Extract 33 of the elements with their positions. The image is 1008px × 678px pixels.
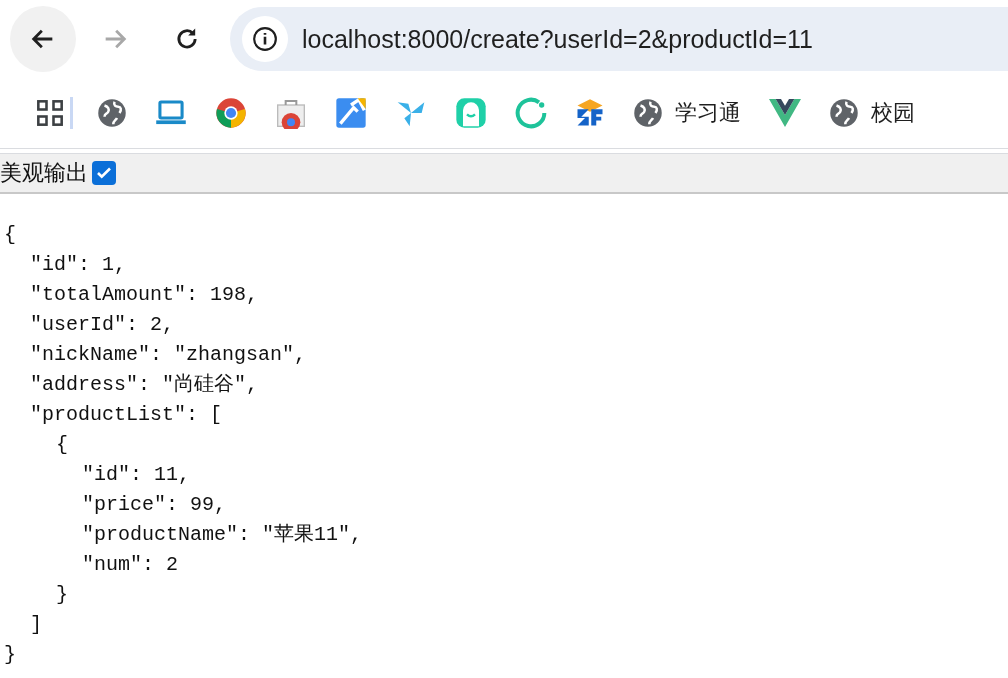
globe-icon xyxy=(829,98,859,128)
json-line: "id": 11, xyxy=(82,463,191,486)
stacked-logo-icon xyxy=(575,97,605,129)
colored-ring-icon xyxy=(215,97,247,129)
pretty-print-label: 美观输出 xyxy=(0,159,88,187)
globe-icon xyxy=(633,98,663,128)
apps-grid-icon[interactable] xyxy=(36,99,64,127)
bookmark-item[interactable]: 学习通 xyxy=(619,93,755,133)
json-line: "id": 1, xyxy=(30,253,126,276)
json-line: "totalAmount": 198, xyxy=(30,283,259,306)
json-line: "price": 99, xyxy=(82,493,227,516)
bookmark-item[interactable]: 校园 xyxy=(815,93,929,133)
json-line: "address": "尚硅谷", xyxy=(30,373,259,396)
json-line: } xyxy=(56,583,68,606)
circle-arc-icon xyxy=(515,97,547,129)
pickaxe-app-icon xyxy=(335,97,367,129)
json-line: "num": 2 xyxy=(82,553,178,576)
globe-icon xyxy=(97,98,127,128)
v-logo-icon xyxy=(769,99,801,127)
pretty-print-checkbox[interactable] xyxy=(92,161,116,185)
json-line: "userId": 2, xyxy=(30,313,175,336)
address-bar[interactable]: localhost:8000/create?userId=2&productId=11 xyxy=(230,7,1008,71)
json-line: "productList": [ xyxy=(30,403,223,426)
json-line: "nickName": "zhangsan", xyxy=(30,343,307,366)
json-line: ] xyxy=(30,613,42,636)
json-line: } xyxy=(4,643,16,666)
json-line: { xyxy=(56,433,68,456)
json-line: "productName": "苹果11", xyxy=(82,523,363,546)
shopping-bag-icon xyxy=(275,97,307,129)
url-text: localhost:8000/create?userId=2&productId=11 xyxy=(302,24,813,54)
info-icon[interactable] xyxy=(242,16,288,62)
json-line: { xyxy=(4,223,16,246)
smile-app-icon xyxy=(455,97,487,129)
